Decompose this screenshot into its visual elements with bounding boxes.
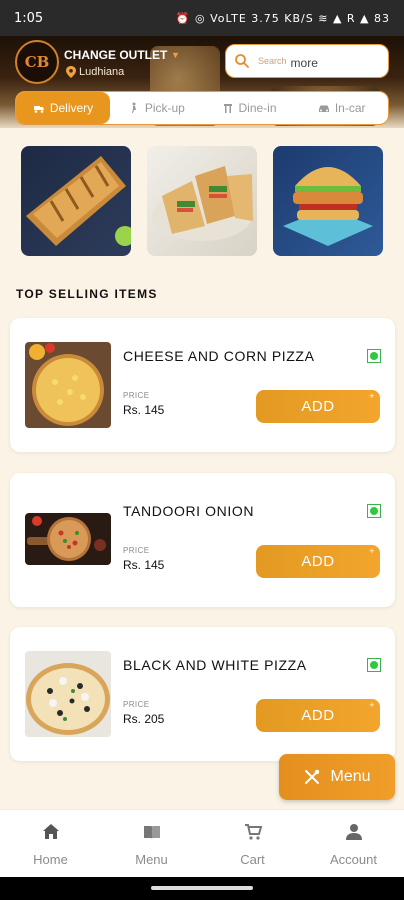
account-icon [345, 824, 362, 840]
plus-icon: + [369, 700, 375, 710]
nav-cart[interactable]: Cart [202, 810, 303, 877]
pickup-icon [131, 102, 136, 113]
outlet-name[interactable]: CHANGE OUTLET [64, 48, 167, 62]
product-image [25, 651, 111, 737]
add-to-cart-button[interactable]: ADD + [256, 699, 380, 732]
product-name: TANDOORI ONION [123, 503, 255, 519]
menu-fab-button[interactable]: Menu [279, 754, 395, 800]
search-value: more [290, 56, 318, 70]
chevron-down-icon[interactable]: ▼ [171, 50, 180, 60]
veg-indicator-icon [367, 349, 381, 363]
plus-icon: + [369, 391, 375, 401]
product-card[interactable]: TANDOORI ONION PRICE Rs. 145 ADD + [10, 473, 395, 607]
home-icon [42, 824, 59, 839]
fork-knife-icon [305, 769, 320, 784]
product-name: CHEESE AND CORN PIZZA [123, 348, 315, 364]
search-placeholder: Search [258, 56, 287, 66]
black-white-pizza-image [25, 651, 111, 737]
category-tile-wraps[interactable] [147, 146, 257, 256]
price-label: PRICE [123, 546, 150, 555]
cart-icon [244, 824, 262, 840]
menu-book-icon [143, 826, 160, 839]
location-pin-icon [66, 66, 76, 78]
price-label: PRICE [123, 391, 150, 400]
product-image [25, 342, 111, 428]
product-price: Rs. 145 [123, 403, 165, 417]
category-carousel [0, 146, 404, 256]
bottom-navigation: Home Menu Cart Account [0, 809, 404, 877]
nav-menu[interactable]: Menu [101, 810, 202, 877]
search-input[interactable]: Search more [225, 44, 389, 78]
burger-image [283, 167, 373, 246]
tandoori-onion-pizza-image [25, 513, 111, 565]
product-image [25, 513, 111, 565]
dine-in-icon [223, 104, 232, 113]
tab-dine-in[interactable]: Dine-in [203, 92, 296, 124]
product-card[interactable]: BLACK AND WHITE PIZZA PRICE Rs. 205 ADD … [10, 627, 395, 761]
section-title: TOP SELLING ITEMS [16, 287, 158, 301]
cheese-corn-pizza-image [25, 342, 111, 428]
tab-delivery[interactable]: Delivery [16, 92, 110, 124]
car-icon [318, 105, 329, 112]
add-to-cart-button[interactable]: ADD + [256, 545, 380, 578]
product-name: BLACK AND WHITE PIZZA [123, 657, 307, 673]
category-tile-burger[interactable] [273, 146, 383, 256]
plus-icon: + [369, 546, 375, 556]
veg-indicator-icon [367, 658, 381, 672]
nav-account[interactable]: Account [303, 810, 404, 877]
brand-logo: CB [15, 40, 59, 84]
add-to-cart-button[interactable]: ADD + [256, 390, 380, 423]
category-tile-garlic-bread[interactable] [21, 146, 131, 256]
veg-indicator-icon [367, 504, 381, 518]
product-price: Rs. 145 [123, 558, 165, 572]
product-card[interactable]: CHEESE AND CORN PIZZA PRICE Rs. 145 ADD … [10, 318, 395, 452]
price-label: PRICE [123, 700, 150, 709]
search-icon [235, 54, 249, 68]
outlet-city: Ludhiana [79, 66, 125, 78]
delivery-icon [33, 106, 44, 113]
nav-home[interactable]: Home [0, 810, 101, 877]
home-gesture-handle[interactable] [151, 886, 253, 890]
wraps-image [152, 166, 253, 241]
status-bar: 1:05 ⏰ ◎ VoLTE 3.75 KB/S ≋ ▲ R ▲ 83 [0, 0, 404, 36]
order-mode-tabs: Delivery Pick-up Dine-in In-car [15, 91, 389, 125]
tab-in-car[interactable]: In-car [295, 92, 388, 124]
status-time: 1:05 [14, 10, 44, 26]
status-indicators: ⏰ ◎ VoLTE 3.75 KB/S ≋ ▲ R ▲ 83 [175, 11, 390, 25]
tab-pickup[interactable]: Pick-up [110, 92, 203, 124]
product-price: Rs. 205 [123, 712, 165, 726]
garlic-bread-image [26, 156, 131, 246]
